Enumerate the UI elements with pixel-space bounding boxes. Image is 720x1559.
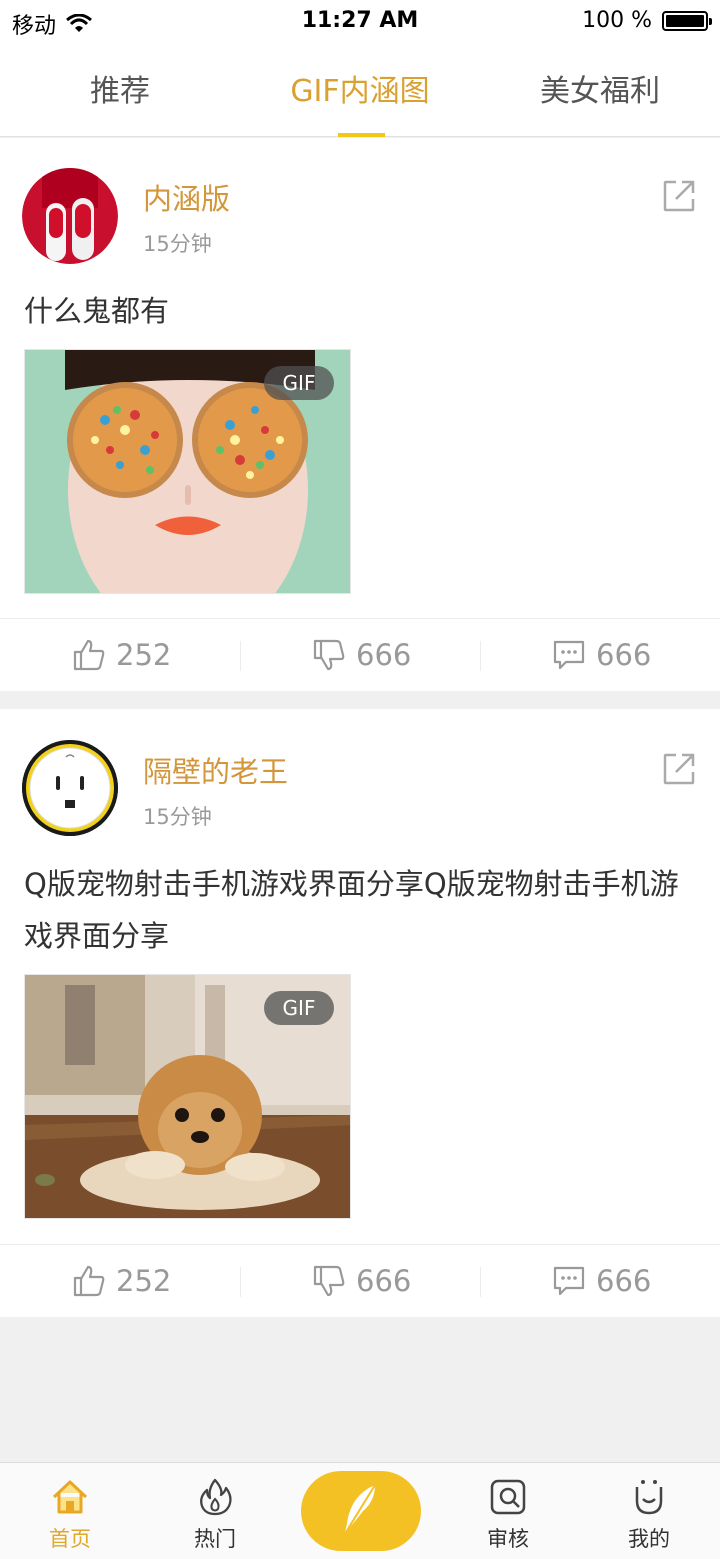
thumbs-down-icon [313,639,345,671]
nav-review[interactable]: 审核 [448,1463,568,1559]
woman-with-jeweled-sunglasses-image[interactable]: GIF [24,349,351,594]
dislike-count: 666 [356,1264,412,1298]
post-time: 15分钟 [143,232,212,256]
battery-percent: 100 % [582,8,652,33]
like-count: 252 [116,638,172,672]
power-socket-avatar[interactable] [22,740,118,836]
flame-icon [200,1478,232,1516]
tab-gif[interactable]: GIF内涵图 [240,66,480,110]
author-name[interactable]: 内涵版 [143,176,230,218]
nav-home[interactable]: 首页 [10,1463,130,1559]
smiley-face-icon [635,1480,663,1515]
comment-icon [553,640,585,670]
dislike-button[interactable]: 666 [312,619,411,691]
like-count: 252 [116,1264,172,1298]
like-button[interactable]: 252 [72,1245,171,1317]
post-text: 什么鬼都有 [24,294,170,328]
thumbs-up-icon [73,639,105,671]
gif-badge: GIF [264,991,334,1025]
thumbs-down-icon [313,1265,345,1297]
author-name[interactable]: 隔壁的老王 [143,749,288,791]
active-tab-indicator [338,133,385,137]
comment-count: 666 [596,1264,652,1298]
fluffy-puppy-image[interactable]: GIF [24,974,351,1219]
nav-mine[interactable]: 我的 [589,1463,709,1559]
battery-icon [662,10,712,31]
share-icon[interactable] [662,179,696,213]
post-card: 隔壁的老王 15分钟 Q版宠物射击手机游戏界面分享Q版宠物射击手机游戏界面分享 … [0,709,720,1317]
like-button[interactable]: 252 [72,619,171,691]
post-text: Q版宠物射击手机游戏界面分享Q版宠物射击手机游戏界面分享 [24,867,679,953]
comment-button[interactable]: 666 [552,1245,651,1317]
nav-hot[interactable]: 热门 [155,1463,275,1559]
comment-icon [553,1266,585,1296]
feather-icon [342,1484,376,1538]
tab-recommend[interactable]: 推荐 [0,66,240,110]
thumbs-up-icon [73,1265,105,1297]
post-action-bar: 252 666 666 [0,618,720,690]
nav-review-label: 审核 [487,1527,529,1551]
gif-badge: GIF [264,366,334,400]
top-tab-bar: 推荐 GIF内涵图 美女福利 [0,44,720,137]
post-card: 内涵版 15分钟 什么鬼都有 GIF 252 666 666 [0,138,720,691]
battery-group: 100 % [582,8,712,33]
nav-home-label: 首页 [49,1527,91,1551]
post-action-bar: 252 666 666 [0,1244,720,1316]
comment-button[interactable]: 666 [552,619,651,691]
review-icon [490,1479,526,1515]
home-icon [52,1480,88,1514]
dislike-count: 666 [356,638,412,672]
status-bar: 移动 11:27 AM 100 % [0,0,720,44]
bottom-nav-bar: 首页 热门 审核 我的 [0,1462,720,1559]
tab-beauty[interactable]: 美女福利 [480,66,720,110]
comment-count: 666 [596,638,652,672]
divider [240,1267,241,1297]
nav-hot-label: 热门 [194,1527,236,1551]
red-nails-avatar[interactable] [22,168,118,264]
nav-mine-label: 我的 [628,1527,670,1551]
share-icon[interactable] [662,752,696,786]
divider [240,641,241,671]
dislike-button[interactable]: 666 [312,1245,411,1317]
divider [480,1267,481,1297]
divider [480,641,481,671]
post-time: 15分钟 [143,805,212,829]
compose-button[interactable] [301,1471,421,1551]
